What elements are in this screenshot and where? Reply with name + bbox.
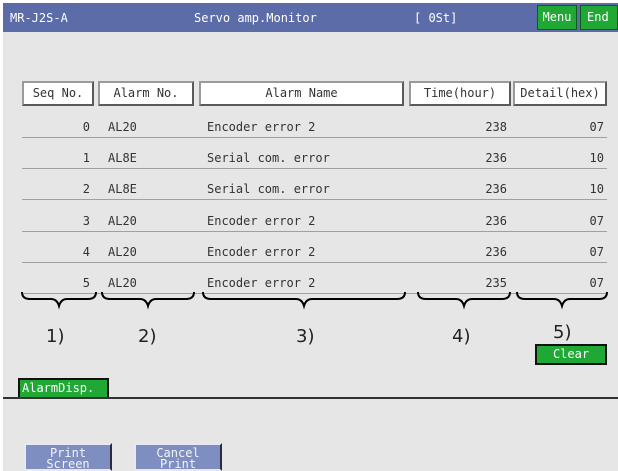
cancel-print-button[interactable]: Cancel Print — [134, 443, 222, 471]
column-header-seq-no: Seq No. — [22, 81, 94, 106]
row-divider — [22, 168, 607, 169]
row-time: 238 — [485, 120, 507, 134]
row-alarm-name: Serial com. error — [207, 182, 330, 196]
row-seq-no: 1 — [82, 151, 90, 165]
row-time: 236 — [485, 151, 507, 165]
row-detail: 10 — [589, 182, 604, 196]
row-seq-no: 5 — [82, 276, 90, 290]
column-header-alarm-name: Alarm Name — [199, 81, 404, 106]
brace-column-3 — [202, 291, 406, 310]
brace-column-2 — [101, 291, 195, 310]
row-detail: 07 — [589, 120, 604, 134]
row-alarm-no: AL20 — [108, 245, 137, 259]
table-row: 1 AL8E Serial com. error 236 10 — [0, 147, 618, 171]
brace-column-5 — [516, 291, 608, 310]
table-row: 3 AL20 Encoder error 2 236 07 — [0, 210, 618, 234]
row-time: 236 — [485, 214, 507, 228]
callout-5: 5) — [553, 322, 572, 343]
row-time: 235 — [485, 276, 507, 290]
callout-4: 4) — [452, 326, 471, 347]
row-alarm-no: AL8E — [108, 151, 137, 165]
row-detail: 07 — [589, 276, 604, 290]
row-detail: 07 — [589, 245, 604, 259]
brace-column-1 — [21, 291, 97, 310]
row-seq-no: 4 — [82, 245, 90, 259]
row-alarm-name: Encoder error 2 — [207, 214, 316, 228]
row-divider — [22, 262, 607, 263]
row-detail: 10 — [589, 151, 604, 165]
row-alarm-no: AL20 — [108, 214, 137, 228]
table-row: 2 AL8E Serial com. error 236 10 — [0, 178, 618, 202]
row-alarm-no: AL20 — [108, 120, 137, 134]
table-row: 0 AL20 Encoder error 2 238 07 — [0, 116, 618, 140]
page-title: Servo amp.Monitor — [194, 11, 317, 25]
row-seq-no: 3 — [82, 214, 90, 228]
clear-button[interactable]: Clear — [535, 344, 607, 365]
column-header-alarm-no: Alarm No. — [98, 81, 194, 106]
print-screen-button[interactable]: Print Screen — [24, 443, 112, 471]
model-name: MR-J2S-A — [10, 11, 68, 25]
row-divider — [22, 231, 607, 232]
row-time: 236 — [485, 245, 507, 259]
callout-2: 2) — [138, 326, 157, 347]
alarm-display-tab[interactable]: AlarmDisp. — [18, 378, 109, 397]
callout-3: 3) — [296, 326, 315, 347]
menu-button[interactable]: Menu — [537, 5, 577, 30]
row-alarm-no: AL8E — [108, 182, 137, 196]
title-bar: MR-J2S-A Servo amp.Monitor [ 0St] Menu E… — [3, 3, 618, 32]
end-button[interactable]: End — [580, 5, 618, 30]
column-header-detail: Detail(hex) — [513, 81, 607, 106]
status-indicator: [ 0St] — [414, 11, 458, 25]
row-divider — [22, 199, 607, 200]
table-row: 4 AL20 Encoder error 2 236 07 — [0, 241, 618, 265]
row-alarm-name: Encoder error 2 — [207, 276, 316, 290]
callout-1: 1) — [46, 326, 65, 347]
row-detail: 07 — [589, 214, 604, 228]
row-seq-no: 2 — [82, 182, 90, 196]
row-alarm-name: Encoder error 2 — [207, 245, 316, 259]
column-header-time: Time(hour) — [409, 81, 511, 106]
row-alarm-no: AL20 — [108, 276, 137, 290]
row-seq-no: 0 — [82, 120, 90, 134]
row-divider — [22, 137, 607, 138]
row-time: 236 — [485, 182, 507, 196]
brace-column-4 — [417, 291, 511, 310]
row-alarm-name: Encoder error 2 — [207, 120, 316, 134]
row-alarm-name: Serial com. error — [207, 151, 330, 165]
